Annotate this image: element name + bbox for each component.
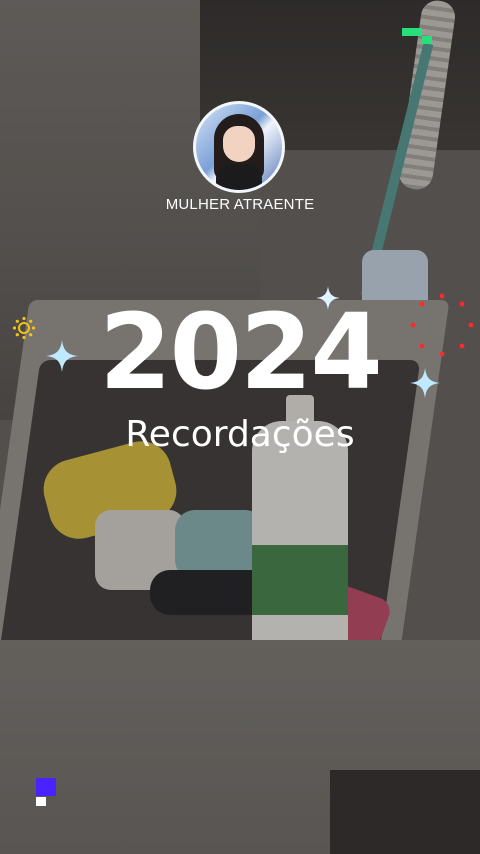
year-title: 2024 (99, 291, 382, 413)
memories-subtitle: Recordações (125, 414, 355, 455)
avatar[interactable] (196, 104, 282, 190)
username[interactable]: MULHER ATRAENTE (0, 196, 480, 213)
pixel-decoration-green (402, 28, 434, 48)
pixel-decoration-blue (36, 778, 58, 808)
